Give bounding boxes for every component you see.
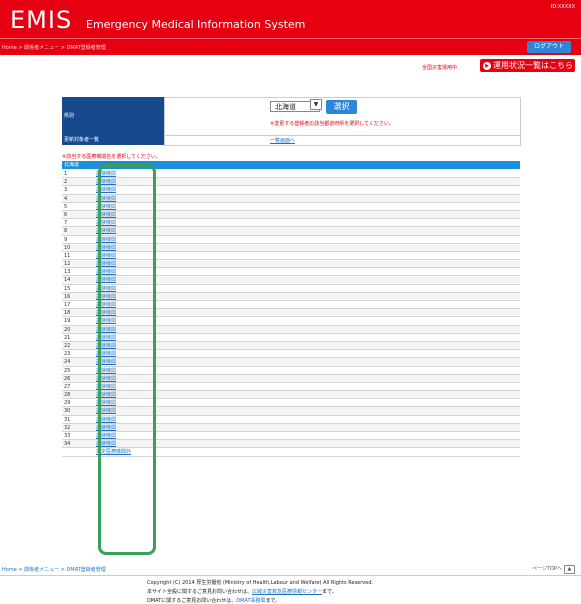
disaster-status-label: 全国災害運用中	[422, 65, 458, 71]
row-number: 32	[64, 424, 71, 431]
row-number: 31	[64, 416, 71, 423]
dmat-inquiry-prefix: DMATに関するご意見お問い合わせは、	[147, 598, 237, 604]
prefecture-cell: 北海道 ▼ 選択 ※変更する登録者の該当都道府県を選択してください。	[164, 97, 521, 136]
row-number: 16	[64, 293, 71, 300]
row-number: 19	[64, 318, 71, 325]
breadcrumb-top: Home > 関係者メニュー > DMAT登録者管理	[2, 44, 106, 51]
row-number: 25	[64, 367, 71, 374]
logout-button[interactable]: ログアウト	[527, 41, 571, 53]
row-number: 10	[64, 244, 71, 251]
row-number: 17	[64, 302, 71, 308]
row-number: 7	[64, 220, 68, 227]
play-icon: ▶	[483, 61, 491, 70]
row-number: 12	[64, 261, 71, 268]
inquiry-suffix: まで。	[322, 589, 337, 595]
inquiry-prefix: 本サイト全般に関するご意見お問い合わせは、	[147, 589, 253, 595]
prefecture-row: 県別 北海道 ▼ 選択 ※変更する登録者の該当都道府県を選択してください。	[62, 97, 521, 136]
dmat-office-link[interactable]: DMAT事務局	[236, 598, 265, 604]
row-number: 2	[64, 179, 68, 186]
update-list-link[interactable]: 一覧画面へ	[270, 137, 295, 144]
dmat-inquiry-suffix: まで。	[265, 598, 281, 604]
select-button[interactable]: 選択	[326, 100, 357, 114]
page-top-link[interactable]: ページTOPへ ▲	[532, 565, 575, 574]
row-number: 3	[64, 187, 68, 194]
breadcrumb-separator: >	[59, 567, 67, 573]
row-number: 13	[64, 269, 71, 276]
row-number: 1	[64, 171, 68, 177]
arrow-up-icon[interactable]: ▲	[563, 565, 575, 574]
inquiry-center-link[interactable]: 広域災害救急医療情報センター	[252, 589, 322, 595]
row-number: 5	[64, 203, 68, 210]
operation-status-button[interactable]: ▶ 運用状況一覧はこちら	[480, 59, 575, 72]
row-number: 26	[64, 375, 71, 382]
chevron-down-icon[interactable]: ▼	[310, 99, 322, 110]
prefecture-select-value: 北海道	[275, 103, 296, 111]
app-header: EMIS Emergency Medical Information Syste…	[0, 0, 581, 38]
inquiry-text: 本サイト全般に関するご意見お問い合わせは、広域災害救急医療情報センターまで。	[147, 588, 337, 595]
breadcrumb-footer: Home > 関係者メニュー > DMAT登録者管理	[2, 566, 106, 573]
system-subtitle: Emergency Medical Information System	[86, 18, 306, 31]
row-number: 27	[64, 383, 71, 390]
breadcrumb-current: DMAT登録者管理	[66, 45, 106, 51]
footer-menu-link[interactable]: 関係者メニュー	[24, 567, 59, 573]
row-number: 4	[64, 195, 68, 202]
prefecture-label: 県別	[62, 97, 165, 135]
row-number: 6	[64, 211, 68, 218]
copyright-text: Copyright (C) 2014 厚生労働省 (Ministry of He…	[147, 580, 374, 586]
footer-divider	[0, 575, 581, 576]
footer-home-link[interactable]: Home	[2, 567, 17, 573]
nav-bar: Home > 関係者メニュー > DMAT登録者管理	[0, 38, 581, 55]
row-number: 28	[64, 392, 71, 399]
breadcrumb-separator: >	[59, 45, 67, 51]
row-number: 18	[64, 310, 71, 317]
breadcrumb-menu-link[interactable]: 関係者メニュー	[24, 45, 59, 51]
dmat-inquiry-text: DMATに関するご意見お問い合わせは、DMAT事務局まで。	[147, 597, 280, 604]
row-number: 30	[64, 408, 71, 415]
row-number: 23	[64, 351, 71, 358]
hospital-instruction: ※該当する医療機関名を選択してください。	[62, 154, 161, 160]
update-list-cell: 一覧画面へ	[164, 135, 521, 146]
row-number: 11	[64, 252, 71, 259]
update-list-row: 更新対象者一覧 一覧画面へ	[62, 135, 521, 146]
breadcrumb-home-link[interactable]: Home	[2, 45, 17, 51]
row-number: 33	[64, 433, 71, 439]
row-number: 22	[64, 342, 71, 349]
prefecture-note: ※変更する登録者の該当都道府県を選択してください。	[270, 121, 394, 127]
row-number: 14	[64, 277, 71, 284]
emis-logo: EMIS	[10, 6, 73, 34]
update-list-label: 更新対象者一覧	[62, 135, 165, 145]
row-number: 20	[64, 326, 71, 333]
page-top-label: ページTOPへ	[532, 566, 562, 572]
row-number: 8	[64, 228, 68, 235]
row-number: 29	[64, 400, 71, 407]
highlight-frame	[98, 164, 156, 555]
row-number: 24	[64, 359, 71, 366]
footer-current-page[interactable]: DMAT登録者管理	[67, 567, 106, 573]
row-number: 9	[64, 236, 68, 243]
row-number: 34	[64, 441, 71, 448]
operation-status-label: 運用状況一覧はこちら	[493, 61, 573, 70]
row-number: 21	[64, 334, 71, 341]
row-number: 15	[64, 285, 71, 292]
user-id-tag: ID:XXXXX	[550, 4, 575, 10]
